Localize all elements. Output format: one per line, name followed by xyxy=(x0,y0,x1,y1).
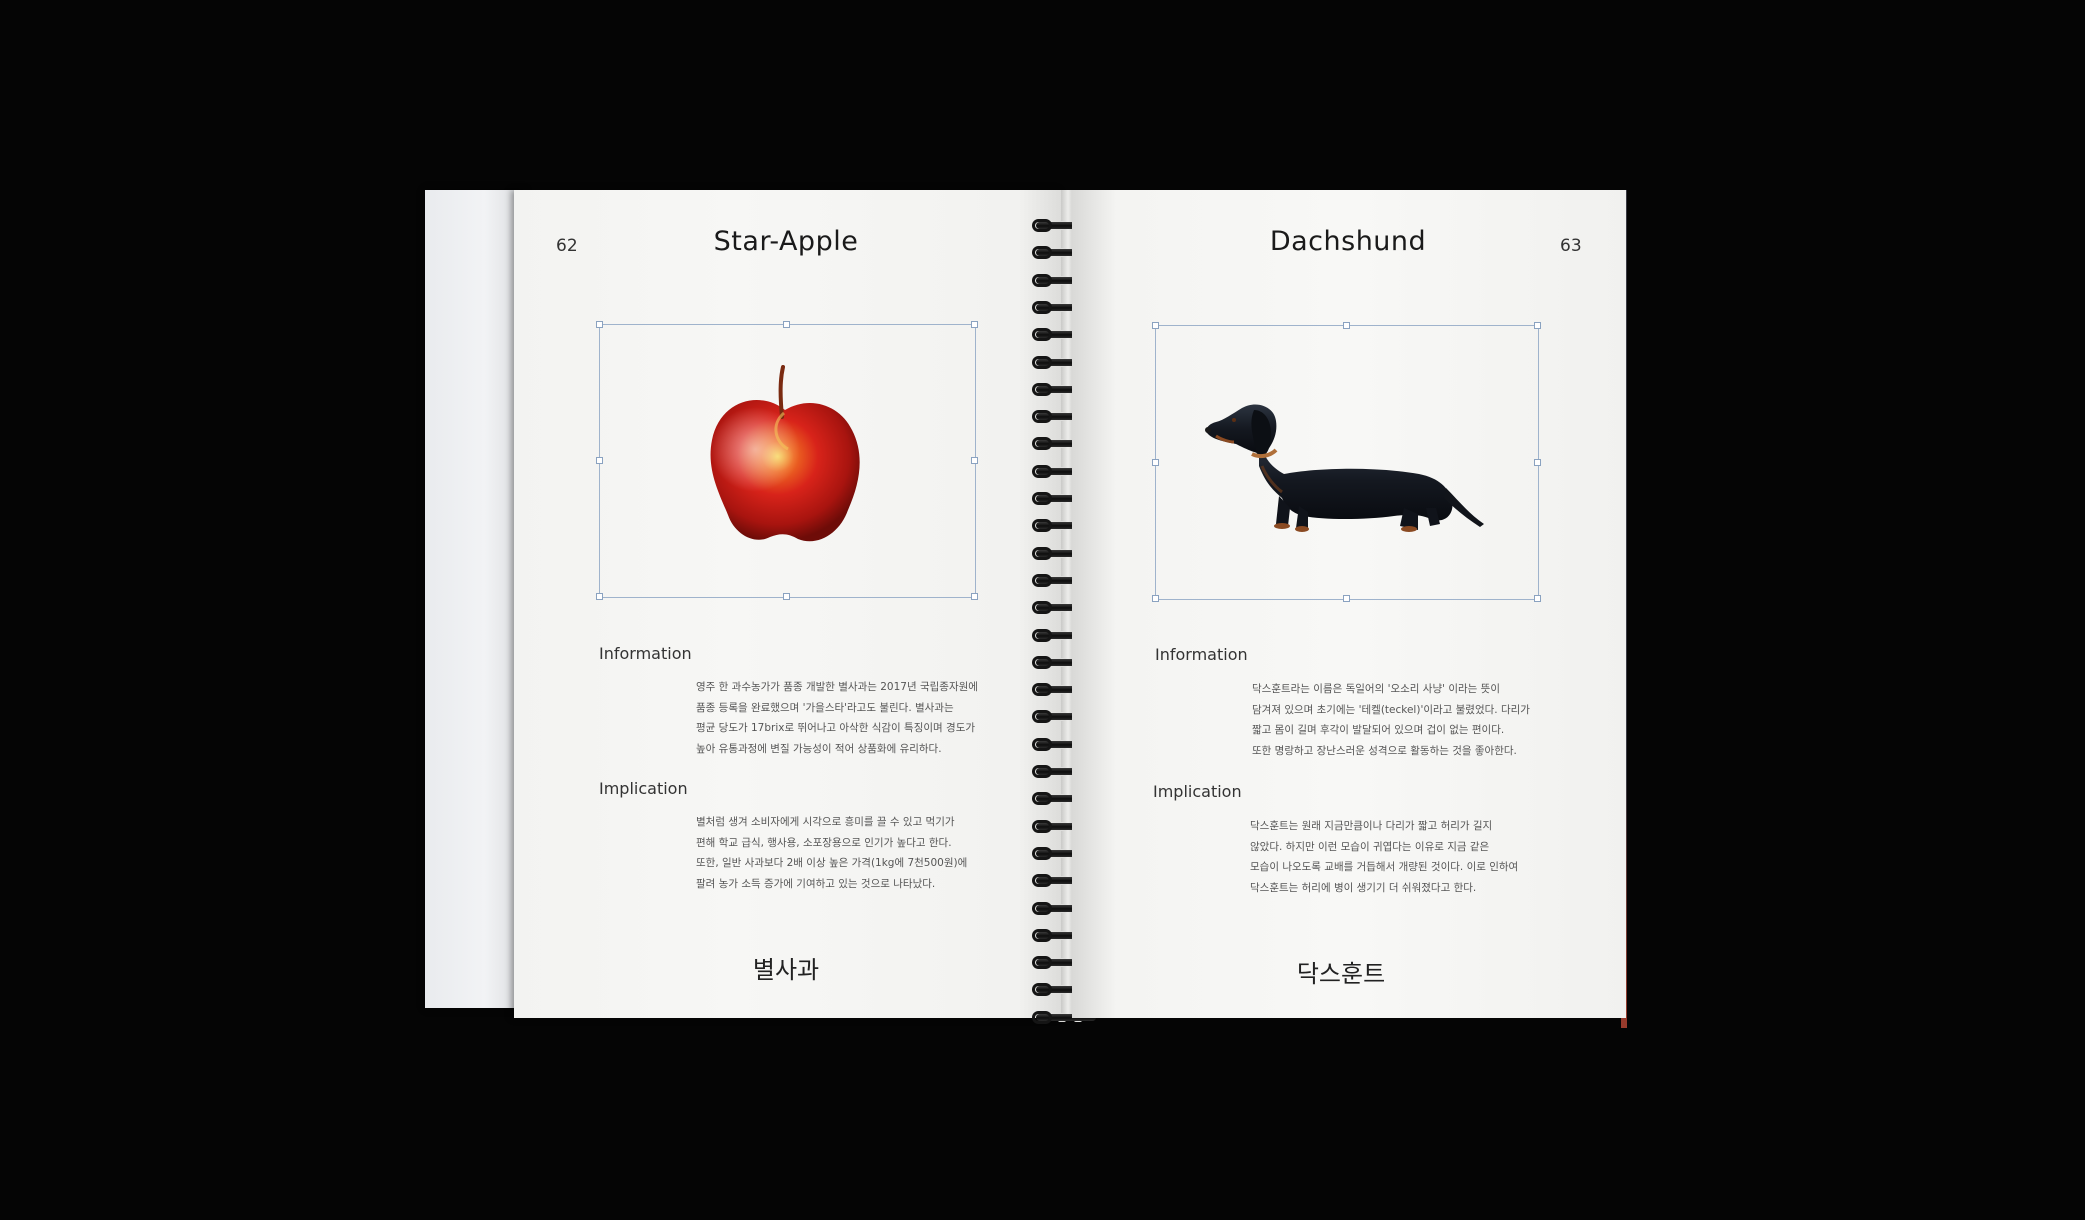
coil-loop xyxy=(1032,902,1052,915)
coil-loop xyxy=(1032,629,1052,642)
coil-loop xyxy=(1032,710,1052,723)
implication-text-left: 별처럼 생겨 소비자에게 시각으로 흥미를 끌 수 있고 먹기가 편해 학교 급… xyxy=(696,812,996,894)
red-apple-photo xyxy=(710,365,860,542)
page-number-left: 62 xyxy=(556,236,578,256)
page-title-right: Dachshund xyxy=(1269,226,1427,257)
information-text-right: 닥스훈트라는 이름은 독일어의 '오소리 사냥' 이라는 뜻이 담겨져 있으며 … xyxy=(1252,679,1552,761)
coil-loop xyxy=(1032,820,1052,833)
frame-handle xyxy=(1343,595,1350,602)
coil-loop xyxy=(1032,383,1052,396)
coil-loop xyxy=(1032,519,1052,532)
text-line: 평균 당도가 17brix로 뛰어나고 아삭한 식감이 특징이며 경도가 xyxy=(696,722,976,734)
text-line: 품종 등록을 완료했으며 '가을스타'라고도 불린다. 별사과는 xyxy=(696,701,954,714)
page-number-right: 63 xyxy=(1560,236,1582,256)
korean-title-right: 닥스훈트 xyxy=(1296,960,1386,988)
coil-loop xyxy=(1032,792,1052,805)
frame-handle xyxy=(971,593,978,600)
frame-handle xyxy=(783,321,790,328)
coil-loop xyxy=(1032,929,1052,942)
coil-loop xyxy=(1032,274,1052,287)
image-frame-left xyxy=(596,321,978,600)
coil-loop xyxy=(1032,983,1052,996)
text-line: 영주 한 과수농가가 품종 개발한 별사과는 2017년 국립종자원에 xyxy=(696,681,978,693)
text-line: 짧고 몸이 길며 후각이 발달되어 있으며 겁이 없는 편이다. xyxy=(1252,724,1505,736)
frame-handle xyxy=(971,457,978,464)
coil-loop xyxy=(1032,601,1052,614)
information-text-left: 영주 한 과수농가가 품종 개발한 별사과는 2017년 국립종자원에 품종 등… xyxy=(696,677,996,759)
information-heading-right: Information xyxy=(1155,645,1248,664)
dachshund-dog-photo xyxy=(1205,404,1484,532)
coil-loop xyxy=(1032,492,1052,505)
text-line: 담겨져 있으며 초기에는 '테켈(teckel)'이라고 불렸었다. 다리가 xyxy=(1252,703,1530,716)
frame-handle xyxy=(1152,459,1159,466)
frame-handle xyxy=(596,593,603,600)
text-line: 또한 명랑하고 장난스러운 성격으로 활동하는 것을 좋아한다. xyxy=(1252,744,1517,757)
coil-loop xyxy=(1032,683,1052,696)
frame-handle xyxy=(1534,595,1541,602)
frame-handle xyxy=(971,321,978,328)
coil-loop xyxy=(1032,219,1052,232)
coil-loop xyxy=(1032,847,1052,860)
coil-loop xyxy=(1032,246,1052,259)
frame-handle xyxy=(1152,595,1159,602)
text-line: 닥스훈트라는 이름은 독일어의 '오소리 사냥' 이라는 뜻이 xyxy=(1252,683,1500,695)
coil-loop xyxy=(1032,356,1052,369)
implication-text-right: 닥스훈트는 원래 지금만큼이나 다리가 짧고 허리가 길지 않았다. 하지만 이… xyxy=(1250,816,1550,898)
photo-scene: 62 Star-Apple Information 영주 한 과수농가가 품종 … xyxy=(0,0,2085,1220)
coil-loop xyxy=(1032,410,1052,423)
text-line: 편해 학교 급식, 행사용, 소포장용으로 인기가 높다고 한다. xyxy=(696,836,952,849)
text-line: 않았다. 하지만 이런 모습이 귀엽다는 이유로 지금 같은 xyxy=(1250,840,1490,853)
implication-heading-left: Implication xyxy=(599,779,688,798)
text-line: 닥스훈트는 허리에 병이 생기기 더 쉬워졌다고 한다. xyxy=(1250,881,1477,894)
coil-loop xyxy=(1032,656,1052,669)
right-page: Dachshund 63 Information 닥스훈트라는 이름은 독일어의… xyxy=(1072,190,1626,1018)
implication-heading-right: Implication xyxy=(1153,782,1242,801)
frame-handle xyxy=(1152,322,1159,329)
coil-loop xyxy=(1032,547,1052,560)
text-line: 팔려 농가 소득 증가에 기여하고 있는 것으로 나타났다. xyxy=(696,877,936,890)
coil-loop xyxy=(1032,874,1052,887)
coil-loop xyxy=(1032,437,1052,450)
coil-loop xyxy=(1032,956,1052,969)
coil-loop xyxy=(1032,465,1052,478)
left-page: 62 Star-Apple Information 영주 한 과수농가가 품종 … xyxy=(514,190,1062,1018)
text-line: 또한, 일반 사과보다 2배 이상 높은 가격(1kg에 7천500원)에 xyxy=(696,857,968,869)
frame-handle xyxy=(1534,322,1541,329)
coil-loop xyxy=(1032,765,1052,778)
frame-handle xyxy=(1343,322,1350,329)
image-frame-right xyxy=(1152,322,1541,602)
frame-handle xyxy=(596,457,603,464)
coil-loop xyxy=(1032,301,1052,314)
coil-loop xyxy=(1032,574,1052,587)
coil-loop xyxy=(1032,328,1052,341)
back-cover xyxy=(425,190,525,1008)
text-line: 닥스훈트는 원래 지금만큼이나 다리가 짧고 허리가 길지 xyxy=(1250,820,1493,832)
korean-title-left: 별사과 xyxy=(752,956,820,984)
coil-loop xyxy=(1032,1011,1052,1024)
text-line: 별처럼 생겨 소비자에게 시각으로 흥미를 끌 수 있고 먹기가 xyxy=(696,816,955,828)
text-line: 모습이 나오도록 교배를 거듭해서 개량된 것이다. 이로 인하여 xyxy=(1250,861,1519,873)
text-line: 높아 유통과정에 변질 가능성이 적어 상품화에 유리하다. xyxy=(696,742,942,755)
frame-handle xyxy=(1534,459,1541,466)
page-title-left: Star-Apple xyxy=(713,226,859,257)
frame-handle xyxy=(596,321,603,328)
information-heading-left: Information xyxy=(599,644,692,663)
coil-loop xyxy=(1032,738,1052,751)
frame-handle xyxy=(783,593,790,600)
